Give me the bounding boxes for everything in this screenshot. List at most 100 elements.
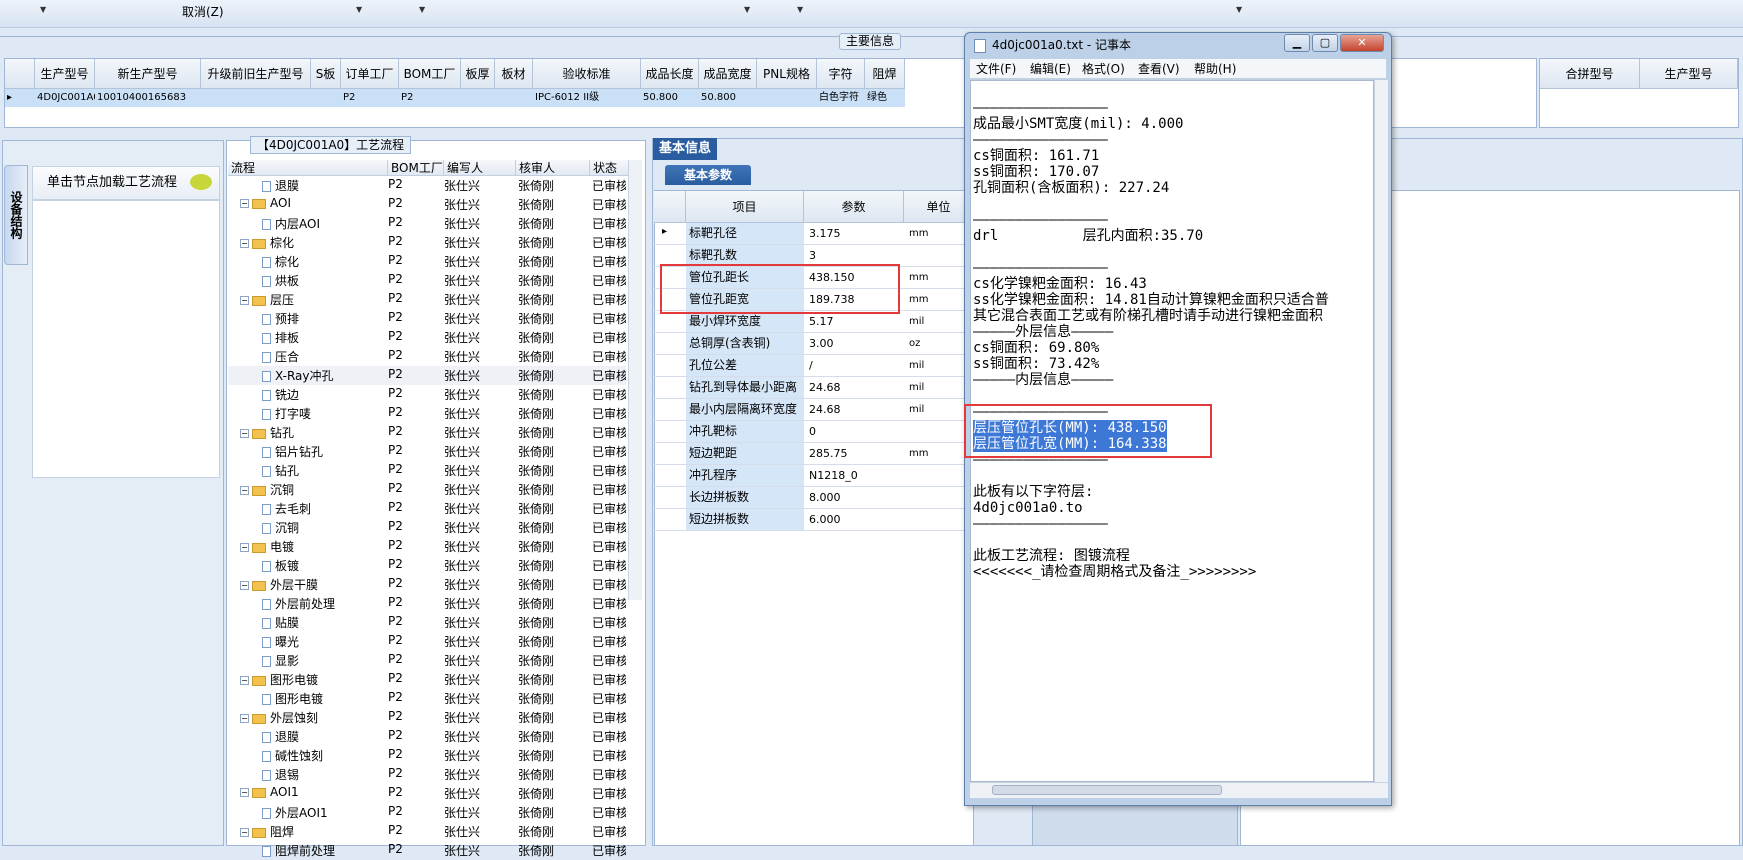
tab-basic-info[interactable]: 基本信息 <box>653 138 717 160</box>
collapse-icon[interactable]: − <box>240 676 249 685</box>
process-node[interactable]: − 外层干膜 <box>240 576 390 593</box>
process-row[interactable]: 内层AOI P2 张仕兴 张倚刚 已审核 <box>228 214 626 233</box>
column-header[interactable]: 成品宽度 <box>699 59 757 89</box>
grid-cell[interactable] <box>495 89 533 107</box>
collapse-icon[interactable]: − <box>240 828 249 837</box>
process-row[interactable]: 棕化 P2 张仕兴 张倚刚 已审核 <box>228 252 626 271</box>
column-header[interactable]: 升级前旧生产型号 <box>201 59 311 89</box>
dropdown-caret-icon[interactable]: ▼ <box>419 5 425 14</box>
row-selector-icon[interactable]: ▸ <box>5 89 35 107</box>
merge-model-header[interactable]: 合拼型号 <box>1540 59 1640 89</box>
param-value[interactable]: 0 <box>806 421 904 442</box>
grid-cell[interactable]: P2 <box>399 89 461 107</box>
params-row[interactable]: 长边拼板数 8.000 <box>654 487 974 509</box>
column-header[interactable]: BOM工厂 <box>399 59 461 89</box>
grid-cell[interactable] <box>461 89 495 107</box>
grid-cell[interactable] <box>201 89 311 107</box>
params-row[interactable]: 短边靶距 285.75 mm <box>654 443 974 465</box>
process-row[interactable]: 贴膜 P2 张仕兴 张倚刚 已审核 <box>228 613 626 632</box>
params-row[interactable]: 孔位公差 / mil <box>654 355 974 377</box>
column-header[interactable]: 字符 <box>817 59 865 89</box>
column-header[interactable]: 成品长度 <box>641 59 699 89</box>
process-row[interactable]: 烘板 P2 张仕兴 张倚刚 已审核 <box>228 271 626 290</box>
collapse-icon[interactable]: − <box>240 199 249 208</box>
dropdown-caret-icon[interactable]: ▼ <box>797 5 803 14</box>
grid-cell[interactable]: 10010400165683 <box>95 89 201 107</box>
process-row[interactable]: 板镀 P2 张仕兴 张倚刚 已审核 <box>228 556 626 575</box>
collapse-icon[interactable]: − <box>240 486 249 495</box>
params-row[interactable]: ▸ 标靶孔径 3.175 mm <box>654 223 974 245</box>
params-column-header[interactable]: 参数 <box>804 191 904 223</box>
collapse-icon[interactable]: − <box>240 714 249 723</box>
column-header[interactable]: 阻焊 <box>865 59 905 89</box>
process-node[interactable]: − 钻孔 <box>240 424 390 441</box>
process-node[interactable]: − 棕化 <box>240 234 390 251</box>
param-value[interactable]: 24.68 <box>806 377 904 398</box>
process-node[interactable]: − AOI1 <box>240 785 390 799</box>
grid-cell[interactable]: 绿色 <box>865 89 905 107</box>
maximize-icon[interactable]: ▢ <box>1312 34 1338 52</box>
process-row[interactable]: − AOI1 P2 张仕兴 张倚刚 已审核 <box>228 784 626 803</box>
process-row[interactable]: 碱性蚀刻 P2 张仕兴 张倚刚 已审核 <box>228 746 626 765</box>
collapse-icon[interactable]: − <box>240 543 249 552</box>
dropdown-caret-icon[interactable]: ▼ <box>744 5 750 14</box>
column-header[interactable]: 订单工厂 <box>341 59 399 89</box>
process-node[interactable]: − 电镀 <box>240 538 390 555</box>
close-icon[interactable]: ✕ <box>1340 34 1384 52</box>
grid-cell[interactable]: IPC-6012 II级 <box>533 89 641 107</box>
collapse-icon[interactable]: − <box>240 429 249 438</box>
process-row[interactable]: − 阻焊 P2 张仕兴 张倚刚 已审核 <box>228 822 626 841</box>
param-value[interactable]: 5.17 <box>806 311 904 332</box>
process-column-header[interactable]: 核审人 <box>516 160 590 176</box>
grid-cell[interactable]: 50.800 <box>641 89 699 107</box>
notepad-menu-item[interactable]: 查看(V) <box>1138 60 1180 78</box>
process-row[interactable]: − 外层蚀刻 P2 张仕兴 张倚刚 已审核 <box>228 708 626 727</box>
process-row[interactable]: 外层AOI1 P2 张仕兴 张倚刚 已审核 <box>228 803 626 822</box>
process-row[interactable]: X-Ray冲孔 P2 张仕兴 张倚刚 已审核 <box>228 366 626 385</box>
process-row[interactable]: 退膜 P2 张仕兴 张倚刚 已审核 <box>228 727 626 746</box>
tab-basic-params[interactable]: 基本参数 <box>665 165 751 185</box>
process-row[interactable]: 显影 P2 张仕兴 张倚刚 已审核 <box>228 651 626 670</box>
column-header[interactable]: PNL规格 <box>757 59 817 89</box>
process-node[interactable]: − AOI <box>240 196 390 210</box>
params-row[interactable]: 冲孔程序 N1218_0 <box>654 465 974 487</box>
process-column-header[interactable]: 编写人 <box>444 160 516 176</box>
process-row[interactable]: 排板 P2 张仕兴 张倚刚 已审核 <box>228 328 626 347</box>
process-node[interactable]: − 图形电镀 <box>240 671 390 688</box>
param-value[interactable]: / <box>806 355 904 376</box>
process-row[interactable]: 铝片钻孔 P2 张仕兴 张倚刚 已审核 <box>228 442 626 461</box>
process-row[interactable]: 打字唛 P2 张仕兴 张倚刚 已审核 <box>228 404 626 423</box>
process-row[interactable]: − 棕化 P2 张仕兴 张倚刚 已审核 <box>228 233 626 252</box>
dropdown-caret-icon[interactable]: ▼ <box>356 5 362 14</box>
param-value[interactable]: 3.175 <box>806 223 904 244</box>
process-scrollbar[interactable] <box>628 160 642 600</box>
process-node[interactable]: − 沉铜 <box>240 481 390 498</box>
process-row[interactable]: 图形电镀 P2 张仕兴 张倚刚 已审核 <box>228 689 626 708</box>
column-header[interactable]: 验收标准 <box>533 59 641 89</box>
notepad-menu-item[interactable]: 帮助(H) <box>1194 60 1236 78</box>
process-row[interactable]: 外层前处理 P2 张仕兴 张倚刚 已审核 <box>228 594 626 613</box>
params-row[interactable]: 最小内层隔离环宽度 24.68 mil <box>654 399 974 421</box>
notepad-menu-item[interactable]: 格式(O) <box>1082 60 1125 78</box>
notepad-menu-item[interactable]: 编辑(E) <box>1030 60 1071 78</box>
process-row[interactable]: − 沉铜 P2 张仕兴 张倚刚 已审核 <box>228 480 626 499</box>
grid-cell[interactable]: 4D0JC001A0 <box>35 89 95 107</box>
scrollbar-thumb[interactable] <box>992 785 1222 795</box>
params-row[interactable]: 钻孔到导体最小距离 24.68 mil <box>654 377 974 399</box>
process-row[interactable]: 退锡 P2 张仕兴 张倚刚 已审核 <box>228 765 626 784</box>
process-row[interactable]: 铣边 P2 张仕兴 张倚刚 已审核 <box>228 385 626 404</box>
column-header[interactable]: 板材 <box>495 59 533 89</box>
collapse-icon[interactable]: − <box>240 788 249 797</box>
notepad-vertical-scrollbar[interactable] <box>1374 80 1388 782</box>
process-row[interactable]: 曝光 P2 张仕兴 张倚刚 已审核 <box>228 632 626 651</box>
process-node[interactable]: − 外层蚀刻 <box>240 709 390 726</box>
params-row[interactable]: 短边拼板数 6.000 <box>654 509 974 531</box>
process-column-header[interactable]: 状态 <box>590 160 630 176</box>
param-value[interactable]: 8.000 <box>806 487 904 508</box>
process-row[interactable]: 沉铜 P2 张仕兴 张倚刚 已审核 <box>228 518 626 537</box>
param-value[interactable]: N1218_0 <box>806 465 904 486</box>
params-row[interactable]: 冲孔靶标 0 <box>654 421 974 443</box>
param-value[interactable]: 285.75 <box>806 443 904 464</box>
grid-cell[interactable]: 白色字符 <box>817 89 865 107</box>
process-row[interactable]: 退膜 P2 张仕兴 张倚刚 已审核 <box>228 176 626 195</box>
